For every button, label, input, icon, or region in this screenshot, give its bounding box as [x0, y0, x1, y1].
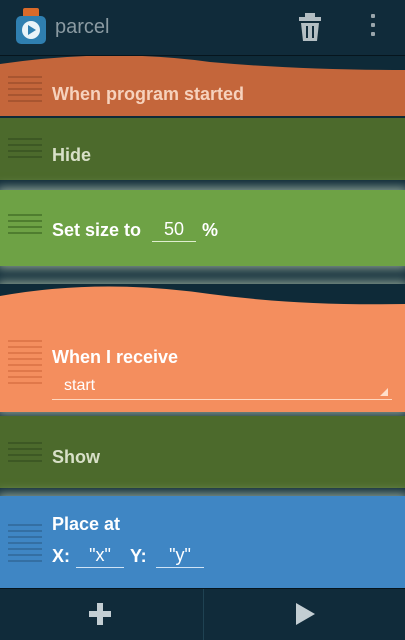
size-value-field[interactable]: 50 — [152, 216, 196, 242]
message-value: start — [64, 377, 96, 394]
brick-label: When I receive — [52, 347, 179, 367]
overflow-menu-icon[interactable] — [368, 14, 378, 42]
trash-icon[interactable] — [298, 12, 322, 42]
set-size-brick[interactable]: Set size to 50 % — [0, 190, 405, 266]
drag-handle-icon[interactable] — [8, 442, 42, 466]
message-dropdown[interactable]: start — [52, 376, 392, 400]
show-brick[interactable]: Show — [0, 416, 405, 488]
y-value-field[interactable]: "y" — [156, 542, 204, 568]
app-title: parcel — [55, 16, 110, 38]
brick-label: When program started — [52, 84, 245, 104]
drag-handle-icon[interactable] — [8, 524, 42, 566]
add-brick-button[interactable] — [0, 589, 202, 640]
action-bar: parcel — [0, 0, 405, 56]
add-icon — [89, 603, 111, 625]
brick-label: Set size to — [52, 220, 142, 240]
drag-handle-icon[interactable] — [8, 340, 42, 388]
dropdown-arrow-icon — [380, 388, 388, 396]
script-canvas: When program started Hide Set size to 50… — [0, 56, 405, 588]
drag-handle-icon[interactable] — [8, 214, 42, 238]
bottom-bar — [0, 588, 405, 640]
brick-label: Place at — [52, 514, 121, 534]
when-i-receive-brick[interactable]: When I receive start — [0, 284, 405, 412]
x-label: X: — [52, 546, 70, 566]
hide-brick[interactable]: Hide — [0, 118, 405, 180]
brick-label: Show — [52, 447, 100, 467]
drag-handle-icon[interactable] — [8, 138, 42, 162]
play-icon — [296, 603, 315, 625]
place-at-brick[interactable]: Place at X: "x" Y: "y" — [0, 496, 405, 588]
when-program-started-brick[interactable]: When program started — [0, 56, 405, 116]
x-value-field[interactable]: "x" — [76, 542, 124, 568]
play-button[interactable] — [203, 589, 405, 640]
y-label: Y: — [130, 546, 147, 566]
brick-label: Hide — [52, 145, 92, 165]
drag-handle-icon[interactable] — [8, 76, 42, 106]
app-icon[interactable] — [14, 8, 48, 46]
size-unit: % — [202, 220, 219, 240]
